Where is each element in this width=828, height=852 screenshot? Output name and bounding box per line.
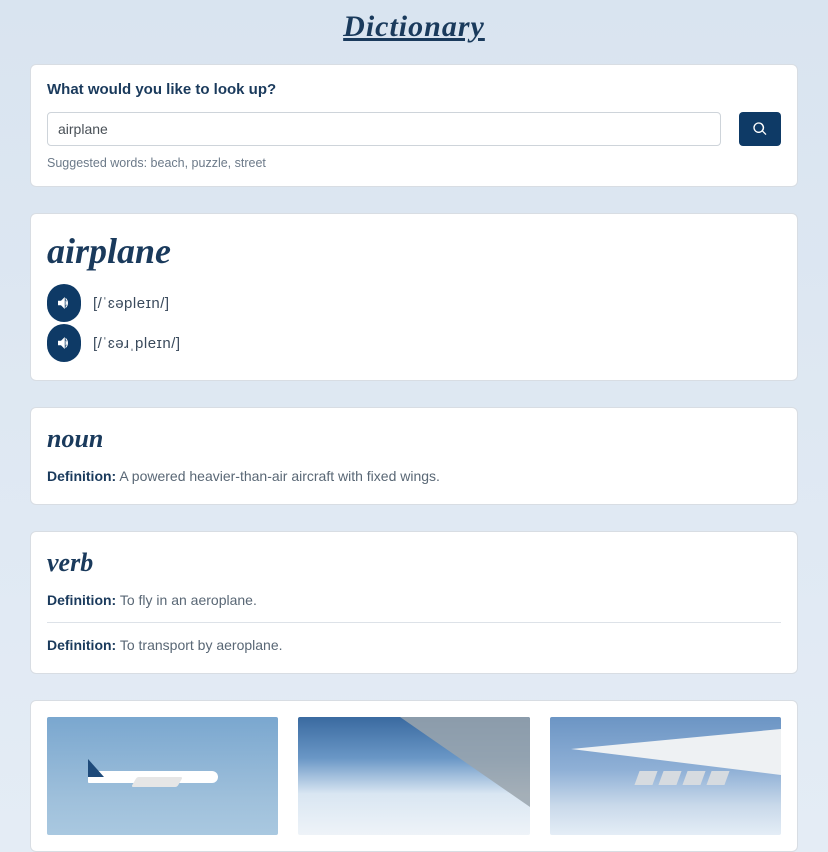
definition-label: Definition: <box>47 637 116 653</box>
play-audio-button[interactable] <box>47 284 81 322</box>
headword: airplane <box>47 230 781 272</box>
part-of-speech: verb <box>47 548 781 578</box>
definition-line: Definition: To transport by aeroplane. <box>47 622 781 657</box>
search-input[interactable] <box>47 112 721 146</box>
volume-icon <box>55 334 73 352</box>
images-card <box>30 700 798 852</box>
volume-icon <box>55 294 73 312</box>
definition-card-verb: verb Definition: To fly in an aeroplane.… <box>30 531 798 674</box>
definition-text: To fly in an aeroplane. <box>116 592 257 608</box>
part-of-speech: noun <box>47 424 781 454</box>
phonetic-row: [/ˈɛəɹˌpleɪn/] <box>47 324 781 362</box>
play-audio-button[interactable] <box>47 324 81 362</box>
ipa-text: [/ˈɛəpleɪn/] <box>93 295 170 312</box>
definition-label: Definition: <box>47 468 116 484</box>
definition-text: To transport by aeroplane. <box>116 637 282 653</box>
search-prompt: What would you like to look up? <box>47 81 781 98</box>
result-image <box>47 717 278 835</box>
result-image <box>298 717 529 835</box>
definition-text: A powered heavier-than-air aircraft with… <box>116 468 440 484</box>
result-image <box>550 717 781 835</box>
search-button[interactable] <box>739 112 781 146</box>
definition-card-noun: noun Definition: A powered heavier-than-… <box>30 407 798 505</box>
ipa-text: [/ˈɛəɹˌpleɪn/] <box>93 335 181 352</box>
search-icon <box>752 121 768 137</box>
definition-label: Definition: <box>47 592 116 608</box>
phonetic-row: [/ˈɛəpleɪn/] <box>47 284 781 322</box>
page-title: Dictionary <box>30 0 798 64</box>
search-card: What would you like to look up? Suggeste… <box>30 64 798 187</box>
definition-line: Definition: To fly in an aeroplane. <box>47 588 781 612</box>
word-card: airplane [/ˈɛəpleɪn/] [/ˈɛəɹˌpleɪn/] <box>30 213 798 381</box>
definition-line: Definition: A powered heavier-than-air a… <box>47 464 781 488</box>
suggested-words: Suggested words: beach, puzzle, street <box>47 156 781 170</box>
